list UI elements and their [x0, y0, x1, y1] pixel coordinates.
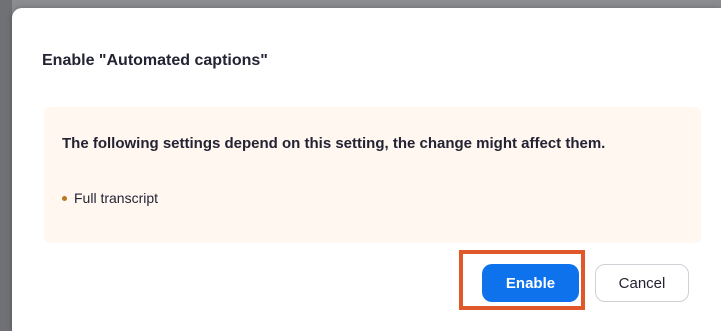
dependent-settings-list: Full transcript	[62, 190, 158, 206]
dialog-title: Enable "Automated captions"	[42, 52, 268, 69]
notice-message: The following settings depend on this se…	[62, 135, 606, 152]
dependency-notice: The following settings depend on this se…	[44, 107, 701, 243]
list-item: Full transcript	[62, 190, 158, 206]
page-backdrop	[0, 0, 12, 331]
bullet-icon	[62, 195, 67, 201]
cancel-button[interactable]: Cancel	[595, 264, 689, 302]
dependent-setting-label: Full transcript	[74, 190, 159, 206]
enable-button[interactable]: Enable	[482, 264, 579, 302]
